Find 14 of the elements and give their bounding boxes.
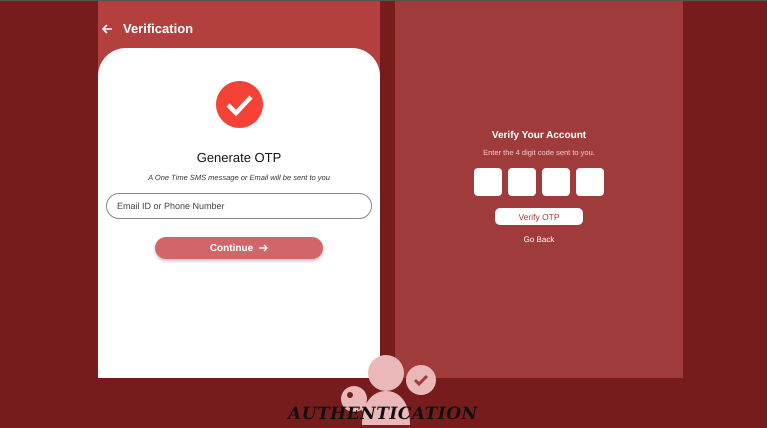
code-digit-field[interactable] (508, 168, 536, 196)
verify-otp-button[interactable]: Verify OTP (495, 208, 583, 225)
verify-title: Verify Your Account (492, 130, 586, 141)
code-digit-field[interactable] (576, 168, 604, 196)
continue-button[interactable]: Continue (155, 237, 323, 259)
heading: Generate OTP (196, 150, 282, 165)
check-circle-icon (216, 81, 262, 128)
go-back-link[interactable]: Go Back (524, 235, 554, 244)
screen-title: Verification (123, 21, 194, 36)
code-digit-field[interactable] (542, 168, 570, 196)
email-phone-field[interactable]: Email ID or Phone Number (106, 193, 372, 219)
code-digit-field[interactable] (474, 168, 502, 196)
arrow-right-icon (259, 244, 268, 252)
back-arrow-icon[interactable] (102, 24, 113, 34)
